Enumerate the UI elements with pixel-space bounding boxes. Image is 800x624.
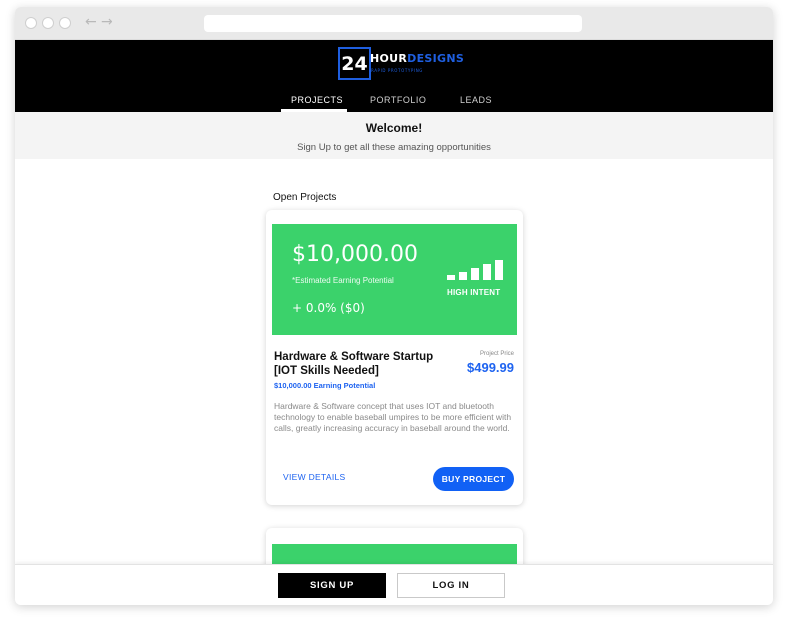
signal-bar xyxy=(483,264,491,280)
window-close-dot[interactable] xyxy=(25,17,37,29)
project-description: Hardware & Software concept that uses IO… xyxy=(274,401,512,433)
earning-potential: $10,000.00 Earning Potential xyxy=(274,381,376,390)
earning-amount: $10,000.00 xyxy=(292,242,418,267)
window-maximize-dot[interactable] xyxy=(59,17,71,29)
site-logo[interactable]: 24 HOURDESIGNS RAPID PROTOTYPING xyxy=(338,47,464,82)
log-in-button[interactable]: LOG IN xyxy=(397,573,505,598)
welcome-subtitle: Sign Up to get all these amazing opportu… xyxy=(297,142,491,153)
earning-note: *Estimated Earning Potential xyxy=(292,276,394,285)
browser-chrome: ← → xyxy=(15,7,773,40)
forward-arrow-icon[interactable]: → xyxy=(101,14,113,30)
open-projects-heading: Open Projects xyxy=(273,192,337,203)
address-bar[interactable] xyxy=(204,15,582,32)
buy-project-button[interactable]: BUY PROJECT xyxy=(433,467,514,491)
project-price: $499.99 xyxy=(467,360,514,375)
signal-bar xyxy=(471,268,479,280)
site-header: 24 HOURDESIGNS RAPID PROTOTYPING PROJECT… xyxy=(15,40,773,112)
browser-window: ← → 24 HOURDESIGNS RAPID PROTOTYPING PRO… xyxy=(15,7,773,605)
tab-portfolio[interactable]: PORTFOLIO xyxy=(370,95,426,105)
signal-bars-icon xyxy=(447,260,505,280)
window-minimize-dot[interactable] xyxy=(42,17,54,29)
back-arrow-icon[interactable]: ← xyxy=(85,14,97,30)
signal-bar xyxy=(495,260,503,280)
tab-projects[interactable]: PROJECTS xyxy=(291,95,343,105)
sign-up-button[interactable]: SIGN UP xyxy=(278,573,386,598)
earning-change: + 0.0% ($0) xyxy=(292,301,365,315)
project-banner: $10,000.00 *Estimated Earning Potential … xyxy=(272,224,517,335)
logo-number: 24 xyxy=(338,47,371,80)
intent-label: HIGH INTENT xyxy=(447,288,501,297)
logo-wordmark: HOURDESIGNS xyxy=(370,52,465,65)
welcome-banner: Welcome! Sign Up to get all these amazin… xyxy=(15,112,773,159)
tab-leads[interactable]: LEADS xyxy=(460,95,492,105)
project-card: $10,000.00 *Estimated Earning Potential … xyxy=(266,210,523,505)
logo-tagline: RAPID PROTOTYPING xyxy=(371,68,423,73)
signal-bar xyxy=(447,275,455,280)
project-price-label: Project Price xyxy=(479,351,514,357)
welcome-title: Welcome! xyxy=(365,121,423,135)
project-title: Hardware & Software Startup [IOT Skills … xyxy=(274,351,434,377)
view-details-button[interactable]: VIEW DETAILS xyxy=(283,472,345,482)
auth-footer: SIGN UP LOG IN xyxy=(15,564,773,605)
signal-bar xyxy=(459,272,467,280)
